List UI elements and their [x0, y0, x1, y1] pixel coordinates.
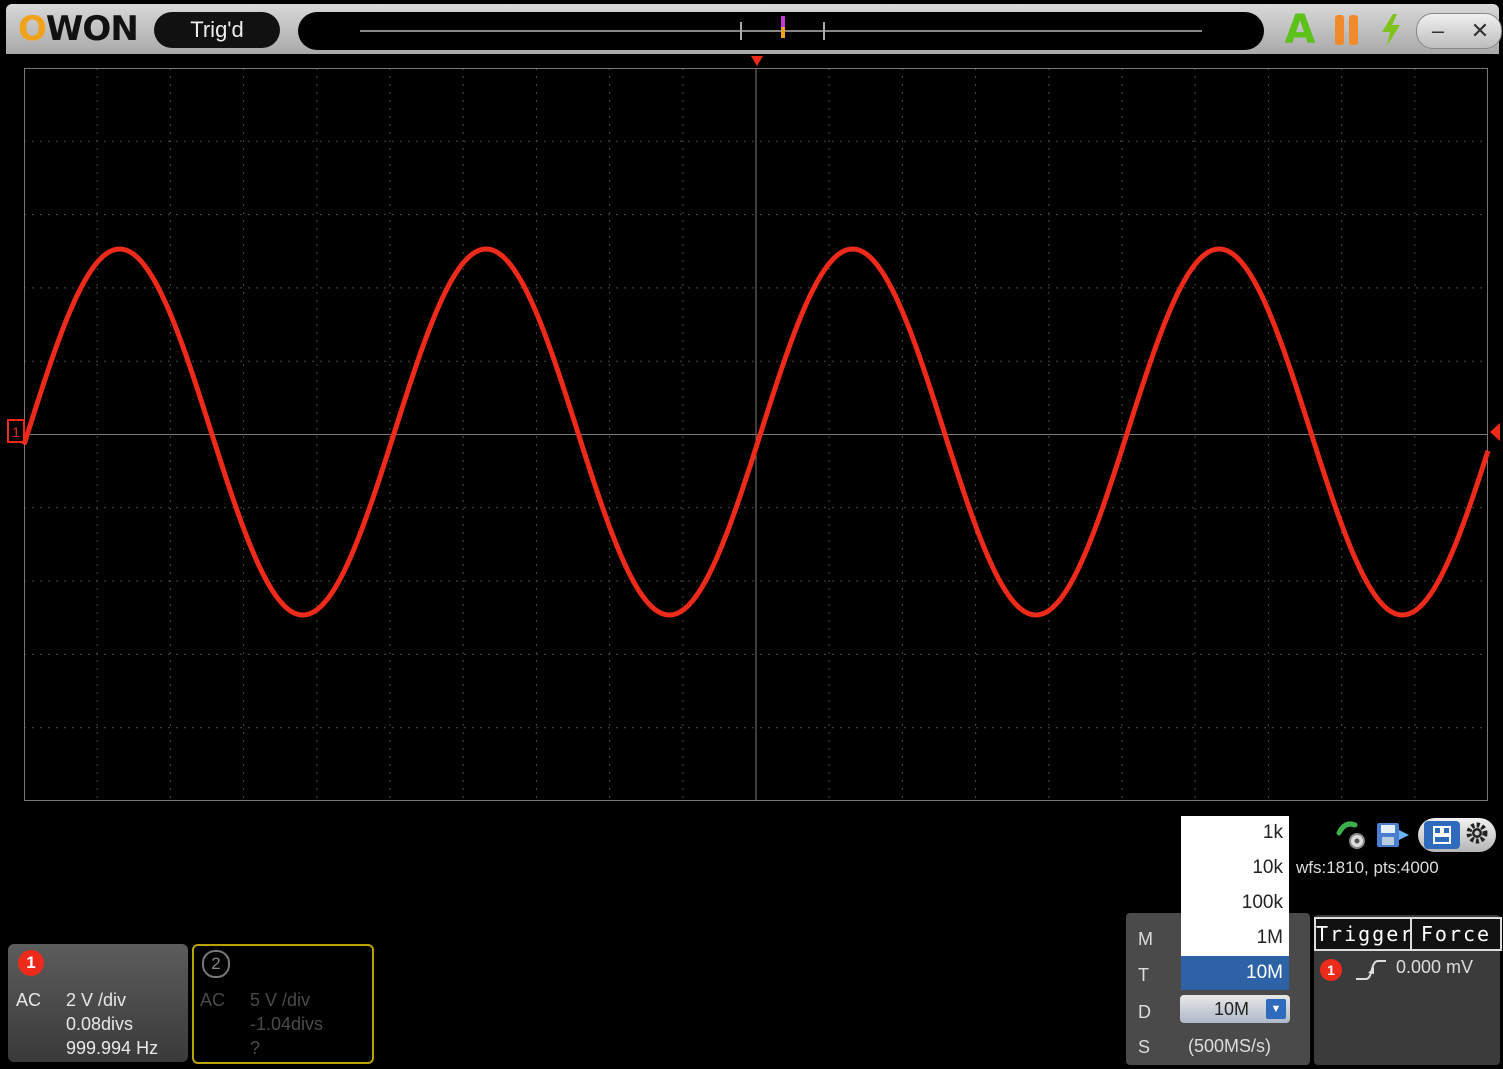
trigger-level-marker[interactable] [1490, 423, 1500, 441]
trigger-level: 0.000 mV [1396, 957, 1474, 977]
connect-settings-icon[interactable] [1334, 818, 1368, 852]
depth-option-100k[interactable]: 100k [1181, 886, 1283, 920]
acq-label-s: S [1138, 1037, 1151, 1057]
ch1-badge: 1 [18, 950, 44, 976]
chevron-down-icon[interactable]: ▼ [1266, 999, 1286, 1019]
force-trigger-button[interactable]: Force [1410, 917, 1502, 951]
acq-label-t: T [1138, 965, 1149, 985]
ch1-offset: 0.08divs [66, 1014, 134, 1034]
ch1-coupling: AC [16, 990, 42, 1010]
ch1-waveform [21, 246, 1491, 618]
acq-label-m: M [1138, 929, 1153, 949]
ch2-frequency: ? [250, 1038, 261, 1058]
ch2-scale: 5 V /div [250, 990, 311, 1010]
ch2-badge: 2 [202, 950, 230, 978]
ch2-coupling: AC [200, 990, 226, 1010]
depth-option-10k[interactable]: 10k [1181, 851, 1283, 885]
record-depth-value: 10M [1214, 999, 1250, 1019]
trigger-source-badge[interactable]: 1 [1320, 959, 1342, 981]
record-depth-select[interactable]: 10M ▼ [1180, 995, 1290, 1023]
ch1-frequency: 999.994 Hz [66, 1038, 159, 1058]
trigger-time-marker[interactable] [751, 56, 763, 66]
acquisition-status-text: wfs:1810, pts:4000 [1296, 858, 1439, 877]
ch1-scale: 2 V /div [66, 990, 127, 1010]
ch2-offset: -1.04divs [250, 1014, 324, 1034]
gear-icon[interactable] [1464, 820, 1490, 851]
layout-icon[interactable] [1424, 821, 1460, 849]
trigger-button[interactable]: Trigger [1314, 917, 1412, 951]
sample-rate: (500MS/s) [1188, 1036, 1272, 1056]
record-depth-dropdown-list[interactable]: 1k 10k 100k 1M 10M [1181, 816, 1289, 990]
svg-text:1: 1 [12, 424, 20, 440]
depth-option-10m[interactable]: 10M [1181, 956, 1289, 990]
ch2-info-card[interactable]: 2 AC 5 V /div -1.04divs ? [192, 944, 374, 1064]
acq-label-d: D [1138, 1002, 1151, 1022]
depth-option-1k[interactable]: 1k [1181, 816, 1283, 850]
save-export-icon[interactable] [1374, 818, 1414, 852]
ch1-ground-marker[interactable]: 1 [7, 419, 25, 443]
rising-edge-icon[interactable] [1354, 957, 1388, 988]
depth-option-1m[interactable]: 1M [1181, 921, 1283, 955]
ch1-info-card[interactable]: 1 AC 2 V /div 0.08divs 999.994 Hz [8, 944, 188, 1062]
trigger-panel: Trigger Force 1 0.000 mV [1314, 915, 1502, 1065]
view-options-group [1418, 818, 1496, 852]
